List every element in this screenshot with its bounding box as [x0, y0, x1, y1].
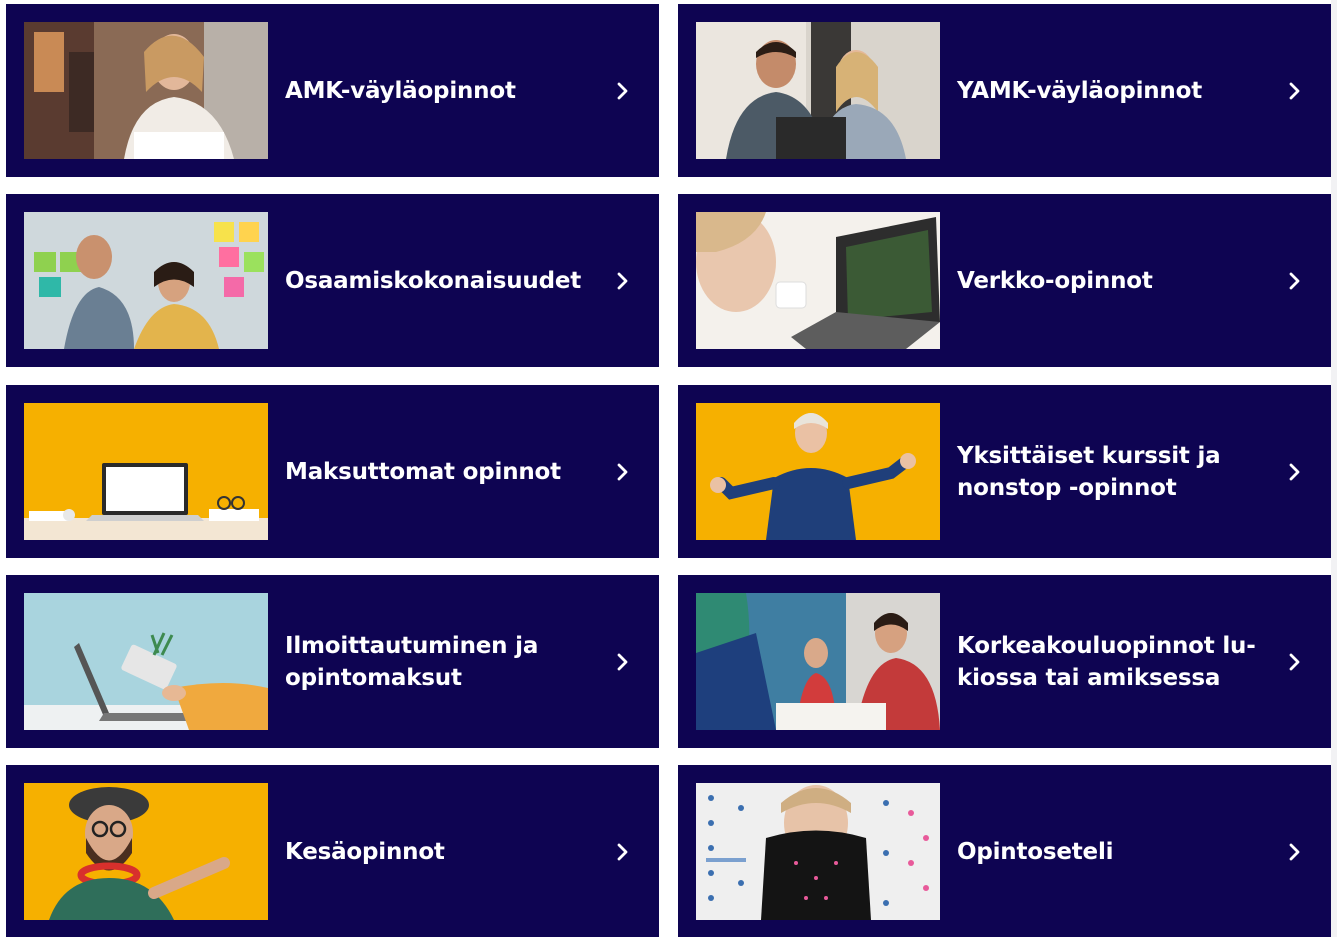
card-kesaopinnot[interactable]: Kesäopinnot — [6, 765, 659, 937]
card-label: Ilmoittautuminen ja opintomaksut — [285, 632, 539, 691]
man-pointing-photo — [24, 783, 268, 920]
card-opintoseteli[interactable]: Opintoseteli — [678, 765, 1331, 937]
chevron-right-icon — [1289, 653, 1301, 671]
card-label: Verkko-opinnot — [957, 267, 1153, 294]
chevron-right-icon — [617, 82, 629, 100]
card-ilmoittautuminen[interactable]: Ilmoittautuminen ja opintomaksut — [6, 575, 659, 748]
card-verkko-opinnot[interactable]: Verkko-opinnot — [678, 194, 1331, 367]
card-label: Kesäopinnot — [285, 838, 445, 865]
card-label: Yksittäiset kurssit ja nonstop -opinnot — [957, 442, 1221, 501]
woman-at-laptop-photo — [696, 212, 940, 349]
woman-with-notebook-photo — [24, 22, 268, 159]
card-label: Korkeakouluopinnot lu-kiossa tai amikses… — [957, 632, 1256, 691]
chevron-right-icon — [1289, 843, 1301, 861]
card-yksittaiset-kurssit[interactable]: Yksittäiset kurssit ja nonstop -opinnot — [678, 385, 1331, 558]
study-options-grid: AMK-väyläopinnot YAMK-väyläopinnot Osaam… — [0, 0, 1337, 937]
card-label: AMK-väyläopinnot — [285, 77, 516, 104]
chevron-right-icon — [1289, 82, 1301, 100]
woman-turtleneck-photo — [696, 783, 940, 920]
chevron-right-icon — [617, 843, 629, 861]
chevron-right-icon — [617, 272, 629, 290]
card-label: Maksuttomat opinnot — [285, 458, 561, 485]
chevron-right-icon — [1289, 272, 1301, 290]
laptop-on-desk-photo — [24, 403, 268, 540]
chevron-right-icon — [617, 653, 629, 671]
card-label: YAMK-väyläopinnot — [957, 77, 1203, 104]
excited-woman-photo — [696, 403, 940, 540]
students-classroom-photo — [696, 593, 940, 730]
card-korkeakouluopinnot[interactable]: Korkeakouluopinnot lu-kiossa tai amikses… — [678, 575, 1331, 748]
card-maksuttomat-opinnot[interactable]: Maksuttomat opinnot — [6, 385, 659, 558]
card-yamk-vaylaopinnot[interactable]: YAMK-väyläopinnot — [678, 4, 1331, 177]
laptop-calculator-photo — [24, 593, 268, 730]
card-label: Opintoseteli — [957, 838, 1114, 865]
card-osaamiskokonaisuudet[interactable]: Osaamiskokonaisuudet — [6, 194, 659, 367]
card-label: Osaamiskokonaisuudet — [285, 267, 582, 294]
couple-with-laptop-photo — [696, 22, 940, 159]
scrollbar-track[interactable] — [1331, 0, 1337, 937]
chevron-right-icon — [617, 463, 629, 481]
chevron-right-icon — [1289, 463, 1301, 481]
card-amk-vaylaopinnot[interactable]: AMK-väyläopinnot — [6, 4, 659, 177]
team-sticky-notes-photo — [24, 212, 268, 349]
